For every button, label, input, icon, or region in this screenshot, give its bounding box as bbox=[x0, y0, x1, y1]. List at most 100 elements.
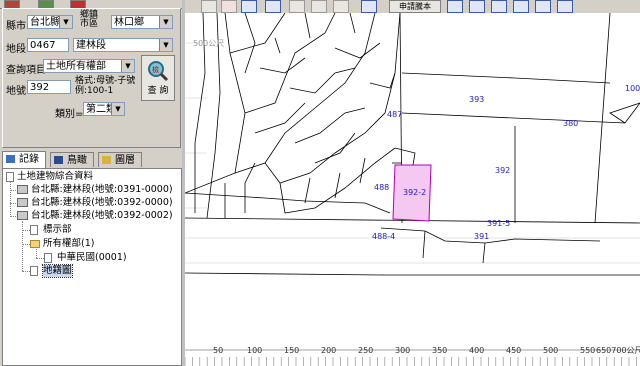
document-icon bbox=[44, 253, 52, 263]
tree-line bbox=[22, 271, 30, 272]
ruler-tick-label: 150 bbox=[284, 346, 299, 355]
list-icon bbox=[6, 155, 15, 163]
query-item-select[interactable]: 土地所有權部 ▼ bbox=[43, 59, 135, 73]
cabinet-icon bbox=[17, 198, 28, 207]
hand-icon[interactable] bbox=[311, 0, 327, 13]
section-value: 建林段 bbox=[76, 40, 106, 51]
tab-birdseye[interactable]: 鳥瞰 bbox=[50, 152, 94, 167]
tree-line bbox=[22, 230, 30, 231]
info-icon[interactable] bbox=[557, 0, 573, 13]
query-button-label: 查 詢 bbox=[147, 86, 169, 96]
township-value: 林口鄉 bbox=[114, 17, 144, 28]
layers-icon bbox=[102, 156, 111, 164]
township-select[interactable]: 林口鄉 ▼ bbox=[111, 15, 173, 29]
tab-records[interactable]: 記錄 bbox=[2, 151, 46, 168]
tree-line bbox=[10, 179, 11, 217]
pan-icon[interactable] bbox=[491, 0, 507, 13]
query-item-value: 土地所有權部 bbox=[46, 61, 106, 72]
parcel-label-391[interactable]: 391 bbox=[474, 232, 489, 241]
tree-owner[interactable]: 中華民國(0001) bbox=[57, 252, 127, 264]
chevron-down-icon: ▼ bbox=[159, 16, 172, 28]
section-code-input[interactable]: 0467 bbox=[27, 38, 69, 52]
layer-icon[interactable] bbox=[289, 0, 305, 13]
parcel-label-392[interactable]: 392 bbox=[495, 166, 510, 175]
tree-line bbox=[36, 249, 37, 258]
parcel-input[interactable]: 392 bbox=[27, 80, 71, 94]
folder-icon bbox=[30, 240, 40, 248]
ruler-tick-label: 50 bbox=[213, 346, 223, 355]
ruler-tick-label: 250 bbox=[358, 346, 373, 355]
ruler-tick-label: 300 bbox=[395, 346, 410, 355]
print-transcript-button[interactable]: 申請騰本 bbox=[389, 0, 441, 13]
ruler-tick-label: 100 bbox=[247, 346, 262, 355]
tree-ownership[interactable]: 所有權部(1) bbox=[43, 238, 94, 250]
draw-line-icon[interactable] bbox=[241, 0, 257, 13]
parcel-label: 地號 bbox=[6, 86, 26, 97]
refresh-icon[interactable] bbox=[513, 0, 529, 13]
parcel-label-487[interactable]: 487 bbox=[387, 110, 402, 119]
category-select[interactable]: 第二類 ▼ bbox=[83, 102, 125, 116]
tree-item[interactable]: 台北縣:建林段(地號:0391-0000) bbox=[31, 184, 173, 196]
ruler-tick-label: 400 bbox=[469, 346, 484, 355]
query-button[interactable]: 檢 查 詢 bbox=[141, 55, 175, 101]
query-panel: 縣市 台北縣 ▼ 鄉鎮 市區 林口鄉 ▼ 地段 0467 建林段 ▼ 查詢項目 … bbox=[2, 8, 181, 148]
format-hint-line1: 格式:母號-子號 bbox=[75, 76, 136, 86]
parcel-label-488[interactable]: 488 bbox=[374, 183, 389, 192]
tab-records-label: 記錄 bbox=[19, 154, 39, 165]
map-toolbar: 申請騰本 bbox=[185, 0, 640, 13]
township-label: 鄉鎮 市區 bbox=[80, 10, 99, 29]
ruler-tick-label: 500 bbox=[543, 346, 558, 355]
pdf-icon[interactable] bbox=[221, 0, 237, 13]
section-select[interactable]: 建林段 ▼ bbox=[73, 38, 173, 52]
query-item-label: 查詢項目 bbox=[6, 65, 46, 76]
record-tree: 土地建物綜合資料 台北縣:建林段(地號:0391-0000) 台北縣:建林段(地… bbox=[2, 168, 182, 366]
tree-line bbox=[36, 258, 44, 259]
format-hint-line2: 例:100-1 bbox=[75, 86, 114, 96]
zoom-in-icon[interactable] bbox=[447, 0, 463, 13]
birdseye-icon bbox=[54, 156, 63, 164]
city-label: 縣市 bbox=[6, 21, 26, 32]
previous-view-icon[interactable] bbox=[535, 0, 551, 13]
zoom-out-icon[interactable] bbox=[469, 0, 485, 13]
ruler-tick-label: 450 bbox=[506, 346, 521, 355]
format-hint: 格式:母號-子號 例:100-1 bbox=[75, 76, 135, 96]
parcel-label-393[interactable]: 393 bbox=[469, 95, 484, 104]
scale-label-right: 100 bbox=[625, 84, 640, 93]
measure-icon[interactable] bbox=[265, 0, 281, 13]
chevron-down-icon: ▼ bbox=[111, 103, 124, 115]
ruler-tick-label: 200 bbox=[321, 346, 336, 355]
document-icon bbox=[30, 225, 38, 235]
tree-item[interactable]: 台北縣:建林段(地號:0392-0000) bbox=[31, 197, 173, 209]
document-icon bbox=[6, 172, 14, 182]
ruler-end-label: 650700公尺 bbox=[596, 346, 640, 355]
ruler-tick-label: 350 bbox=[432, 346, 447, 355]
tree-root[interactable]: 土地建物綜合資料 bbox=[17, 171, 93, 183]
document-icon bbox=[30, 266, 38, 276]
city-select[interactable]: 台北縣 ▼ bbox=[27, 15, 73, 29]
tab-layers[interactable]: 圖層 bbox=[98, 152, 142, 167]
select-tool-icon[interactable] bbox=[201, 0, 217, 13]
svg-text:檢: 檢 bbox=[152, 65, 159, 74]
parcel-label-392-2[interactable]: 392-2 bbox=[403, 188, 426, 197]
tab-birdseye-label: 鳥瞰 bbox=[67, 155, 87, 166]
parcel-label-391-5[interactable]: 391-5 bbox=[487, 219, 510, 228]
grid-icon[interactable] bbox=[333, 0, 349, 13]
magnifier-icon: 檢 bbox=[148, 61, 169, 82]
cabinet-icon bbox=[17, 185, 28, 194]
category-label: 類別= bbox=[55, 109, 84, 120]
zoom-extent-icon[interactable] bbox=[361, 0, 377, 13]
parcel-label-488-4[interactable]: 488-4 bbox=[372, 232, 395, 241]
chevron-down-icon: ▼ bbox=[159, 39, 172, 51]
cabinet-icon bbox=[17, 211, 28, 220]
tree-label-section[interactable]: 標示部 bbox=[43, 224, 72, 236]
section-label: 地段 bbox=[6, 44, 26, 55]
chevron-down-icon: ▼ bbox=[59, 16, 72, 28]
map-canvas[interactable]: 393 487 380 392 488 392-2 391-5 488-4 39… bbox=[185, 13, 640, 366]
tree-line bbox=[22, 221, 23, 271]
ruler-tick-label: 550 bbox=[580, 346, 595, 355]
tree-item[interactable]: 台北縣:建林段(地號:0392-0002) bbox=[31, 210, 173, 222]
tab-layers-label: 圖層 bbox=[115, 155, 135, 166]
cadastral-map[interactable]: 393 487 380 392 488 392-2 391-5 488-4 39… bbox=[185, 13, 640, 366]
parcel-label-380[interactable]: 380 bbox=[563, 119, 578, 128]
tree-map[interactable]: 地籍圖 bbox=[42, 264, 73, 278]
